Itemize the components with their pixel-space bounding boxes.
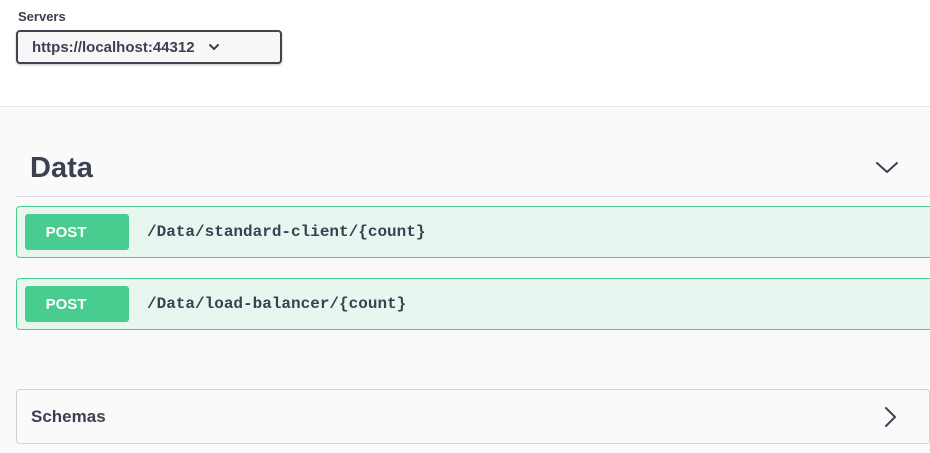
chevron-down-icon [207, 40, 221, 54]
schemas-section[interactable]: Schemas [16, 389, 930, 444]
operation-path: /Data/standard-client/{count} [147, 223, 426, 241]
operation-post-standard-client[interactable]: POST /Data/standard-client/{count} [16, 206, 930, 258]
operation-path: /Data/load-balancer/{count} [147, 295, 407, 313]
schemas-title: Schemas [31, 406, 106, 426]
tag-title: Data [30, 151, 93, 184]
tag-header-data[interactable]: Data [16, 140, 930, 197]
http-method-badge: POST [25, 214, 129, 250]
server-select-value: https://localhost:44312 [32, 38, 195, 56]
http-method-badge: POST [25, 286, 129, 322]
swagger-page: Servers https://localhost:44312 Data POS… [0, 0, 930, 453]
chevron-right-icon[interactable] [879, 405, 901, 429]
servers-label: Servers [18, 9, 66, 24]
chevron-down-icon[interactable] [874, 154, 900, 180]
operation-post-load-balancer[interactable]: POST /Data/load-balancer/{count} [16, 278, 930, 330]
server-select[interactable]: https://localhost:44312 [16, 30, 282, 64]
